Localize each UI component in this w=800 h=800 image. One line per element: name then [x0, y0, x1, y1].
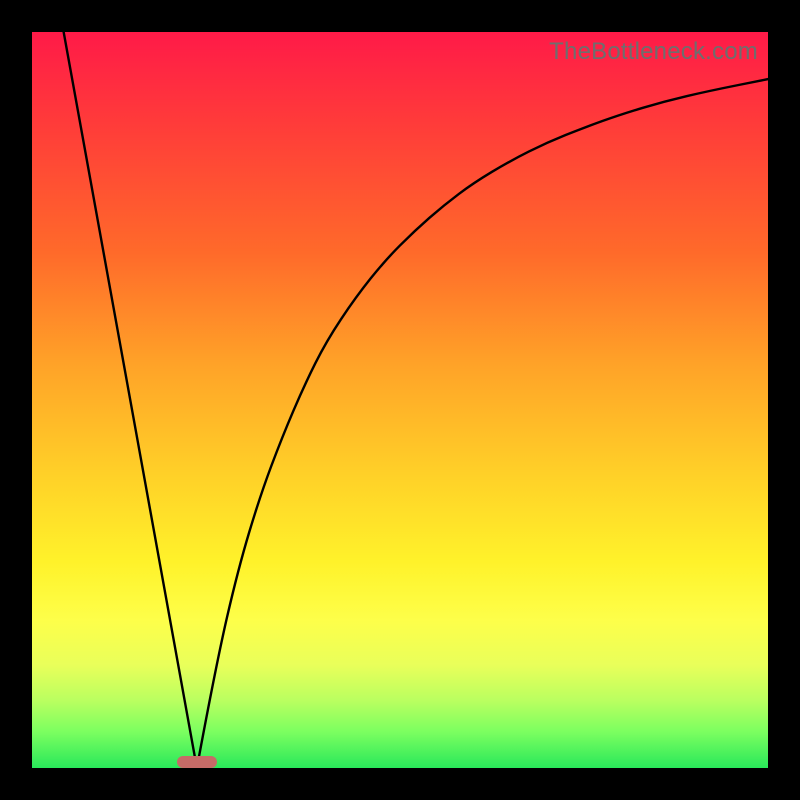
bottleneck-curve: [64, 32, 768, 768]
minimum-marker: [177, 756, 217, 768]
curve-svg: [32, 32, 768, 768]
plot-area: TheBottleneck.com: [32, 32, 768, 768]
chart-frame: TheBottleneck.com: [0, 0, 800, 800]
